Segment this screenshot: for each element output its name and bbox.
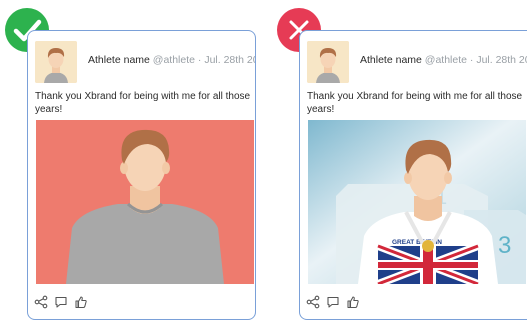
- like-icon[interactable]: [346, 295, 360, 309]
- like-icon[interactable]: [74, 295, 88, 309]
- share-icon[interactable]: [306, 295, 320, 309]
- author-name[interactable]: Athlete name: [360, 54, 422, 66]
- comment-icon[interactable]: [326, 295, 340, 309]
- post-header: Athlete name @athlete · Jul. 28th 2020: [360, 54, 527, 66]
- post-header: Athlete name @athlete · Jul. 28th 2020: [88, 54, 255, 66]
- post-actions: [306, 295, 360, 309]
- medal-icon: [422, 240, 434, 252]
- podium-number-3: 3: [498, 232, 511, 259]
- post-image[interactable]: [36, 120, 254, 284]
- avatar[interactable]: [307, 41, 349, 83]
- comment-icon[interactable]: [54, 295, 68, 309]
- author-name[interactable]: Athlete name: [88, 54, 150, 66]
- post-text: Thank you Xbrand for being with me for a…: [35, 91, 251, 115]
- social-post-card-incorrect: Athlete name @athlete · Jul. 28th 2020 T…: [299, 30, 527, 320]
- avatar[interactable]: [35, 41, 77, 83]
- post-image[interactable]: 1 3 GREAT BRITAIN: [308, 120, 526, 284]
- share-icon[interactable]: [34, 295, 48, 309]
- post-actions: [34, 295, 88, 309]
- author-meta: @athlete · Jul. 28th 2020: [424, 54, 527, 66]
- post-text: Thank you Xbrand for being with me for a…: [307, 91, 523, 115]
- author-meta: @athlete · Jul. 28th 2020: [152, 54, 255, 66]
- social-post-card-correct: Athlete name @athlete · Jul. 28th 2020 T…: [27, 30, 256, 320]
